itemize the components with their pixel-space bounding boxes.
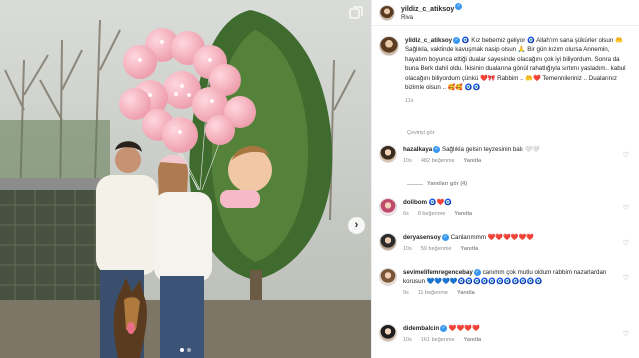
divider	[407, 183, 423, 185]
comment-time[interactable]: 9s	[403, 290, 409, 296]
heart-outline-icon[interactable]: ♡	[623, 204, 629, 212]
comment-avatar[interactable]	[379, 268, 397, 286]
view-replies-label: Yanıtları gör (4)	[427, 181, 468, 187]
post-photo[interactable]: ›	[0, 0, 371, 358]
verified-badge-icon: ✓	[455, 3, 463, 11]
heart-outline-icon[interactable]: ♡	[623, 239, 629, 247]
carousel-dot	[180, 348, 184, 352]
comment-likes[interactable]: 161 beğenme	[421, 337, 455, 343]
comment-text: ❤️❤️❤️❤️	[448, 325, 480, 332]
caption-timestamp[interactable]: 11s	[405, 97, 633, 106]
comment-avatar[interactable]	[379, 198, 397, 216]
comment-likes[interactable]: 482 beğenme	[421, 158, 455, 164]
avatar[interactable]	[379, 4, 395, 21]
comment-text: Canlarımmm ❤️❤️❤️❤️❤️❤️	[450, 234, 534, 241]
reply-button[interactable]: Yanıtla	[454, 211, 472, 217]
comment-text: 🧿❤️🧿	[428, 199, 452, 206]
reply-button[interactable]: Yanıtla	[457, 290, 475, 296]
caption-username[interactable]: yildiz_c_atiksoy	[405, 37, 452, 44]
comment: deryasensoy ✓ Canlarımmm ❤️❤️❤️❤️❤️❤️ 10s…	[379, 233, 633, 252]
comment-username[interactable]: deryasensoy	[403, 234, 441, 241]
post-header: yildiz_c_atiksoy ✓ Riva	[372, 0, 639, 26]
post-image	[0, 0, 371, 358]
view-replies-button[interactable]: Yanıtları gör (4)	[407, 181, 467, 187]
comment-username[interactable]: dolibom	[403, 199, 427, 206]
reply-button[interactable]: Yanıtla	[460, 246, 478, 252]
comment-username[interactable]: sevimelifemregencebay	[403, 269, 473, 276]
comment: didembalcin ✓ ❤️❤️❤️❤️ 10s 161 beğenme Ya…	[379, 324, 633, 343]
carousel-icon	[349, 6, 363, 19]
comment-likes[interactable]: 8 beğenme	[418, 211, 446, 217]
post-sidebar: yildiz_c_atiksoy ✓ Riva yildiz_c_atiksoy ✓…	[371, 0, 639, 358]
verified-badge-icon: ✓	[453, 36, 461, 44]
heart-outline-icon[interactable]: ♡	[623, 330, 629, 338]
verified-badge-icon: ✓	[440, 324, 448, 332]
comment-username[interactable]: didembalcin	[403, 325, 439, 332]
post-caption: yildiz_c_atiksoy ✓ 🧿 Kız bebemiz geliyor …	[379, 36, 633, 107]
comment: sevimelifemregencebay ✓ canımm çok mutlu …	[379, 268, 633, 296]
comment-text: Sağlıkla gelsin teyzesinin balı 🤍🤍	[441, 146, 540, 153]
carousel-dots	[0, 348, 371, 352]
verified-badge-icon: ✓	[473, 268, 481, 276]
comment-likes[interactable]: 11 beğenme	[418, 290, 448, 296]
comment: dolibom 🧿❤️🧿 6s 8 beğenme Yanıtla ♡	[379, 198, 633, 217]
heart-outline-icon[interactable]: ♡	[623, 274, 629, 282]
reply-button[interactable]: Yanıtla	[464, 158, 482, 164]
comment-time[interactable]: 10s	[403, 337, 412, 343]
verified-badge-icon: ✓	[433, 145, 441, 153]
comment-likes[interactable]: 59 beğenme	[421, 246, 452, 252]
post-username[interactable]: yildiz_c_atiksoy	[401, 6, 454, 13]
caption-text: 🧿 Kız bebemiz geliyor 🧿 Allah'ım sana şü…	[405, 37, 626, 92]
caption-text-block: yildiz_c_atiksoy ✓ 🧿 Kız bebemiz geliyor …	[405, 36, 633, 92]
comment-avatar[interactable]	[379, 145, 397, 163]
next-photo-button[interactable]: ›	[348, 217, 365, 234]
comment-username[interactable]: hazalkaya	[403, 146, 432, 153]
comment-time[interactable]: 10s	[403, 158, 412, 164]
verified-badge-icon: ✓	[441, 233, 449, 241]
caption-avatar[interactable]	[379, 36, 399, 56]
carousel-dot	[187, 348, 191, 352]
comment-avatar[interactable]	[379, 324, 397, 342]
translate-link[interactable]: Çeviriyi gör	[407, 130, 435, 136]
post-location[interactable]: Riva	[401, 14, 462, 23]
comment: hazalkaya ✓ Sağlıkla gelsin teyzesinin ba…	[379, 145, 633, 164]
reply-button[interactable]: Yanıtla	[464, 337, 482, 343]
comment-time[interactable]: 10s	[403, 246, 412, 252]
comment-avatar[interactable]	[379, 233, 397, 251]
heart-outline-icon[interactable]: ♡	[623, 151, 629, 159]
comment-time[interactable]: 6s	[403, 211, 409, 217]
